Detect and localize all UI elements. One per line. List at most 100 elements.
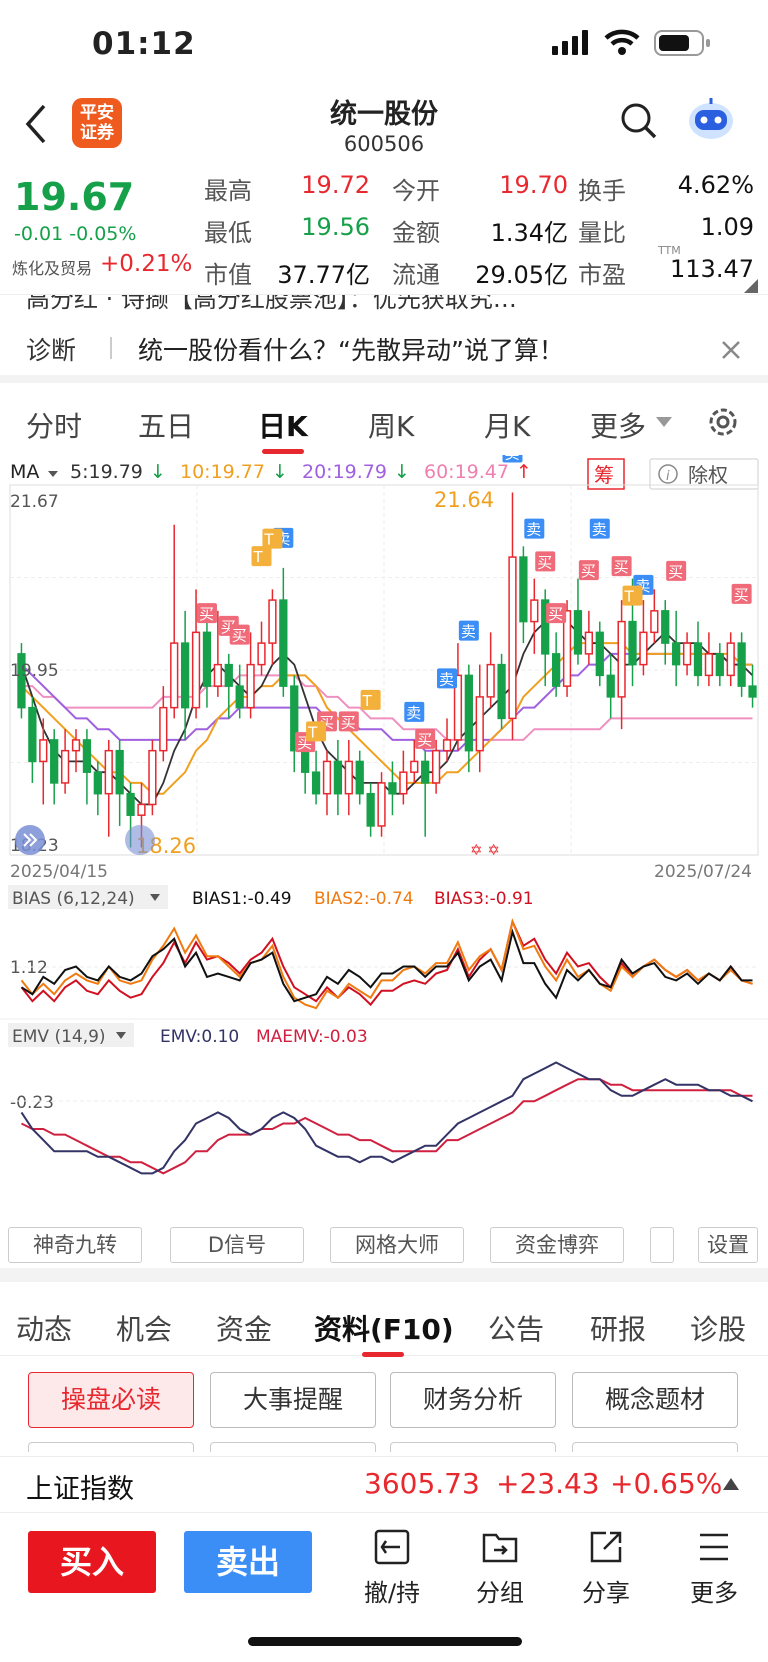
gear-icon[interactable] (706, 405, 740, 439)
signal-icon (552, 30, 588, 55)
candle (617, 600, 626, 730)
candle (366, 782, 375, 837)
f10-button[interactable]: 概念题材 (572, 1372, 738, 1428)
f10-button[interactable]: 大事提醒 (210, 1372, 376, 1428)
indicator-tool-button[interactable] (650, 1227, 674, 1263)
buy-signal-marker[interactable]: 买 (611, 556, 632, 577)
info-tab[interactable]: 机会 (116, 1308, 172, 1348)
candle (399, 750, 408, 805)
candle (486, 632, 495, 708)
quote-label: 今开 (392, 177, 440, 205)
buy-signal-marker[interactable]: 买 (666, 560, 687, 581)
candle (661, 600, 670, 665)
group-button[interactable]: 分组 (462, 1527, 538, 1608)
quote-label: 换手 (578, 177, 626, 205)
bias-title: BIAS (6,12,24) (12, 889, 135, 909)
emv-title: EMV (14,9) (12, 1027, 106, 1047)
more-button[interactable]: 更多 (676, 1527, 752, 1608)
candle (573, 578, 583, 665)
info-icon-glyph: i (666, 469, 670, 484)
ma-label[interactable]: MA (10, 461, 39, 483)
candle (71, 729, 81, 773)
sell-signal-marker[interactable]: 卖 (502, 455, 523, 463)
f10-button[interactable]: 操盘必读 (28, 1372, 194, 1428)
candle (672, 610, 681, 687)
robot-assistant-icon[interactable] (686, 96, 736, 142)
y-axis-max: 21.67 (10, 492, 59, 512)
sell-signal-marker[interactable]: 卖 (437, 668, 458, 689)
indicator-tool-button[interactable]: 资金博弈 (490, 1227, 624, 1263)
info-tab[interactable]: 资金 (216, 1308, 272, 1348)
share-button[interactable]: 分享 (568, 1527, 644, 1608)
candle (104, 739, 113, 837)
expand-up-icon[interactable] (722, 1477, 740, 1491)
clock: 01:12 (92, 26, 196, 62)
news-ticker[interactable]: 高分红 · 诗撷【高分红股票池】：优先获取究… 诊断 统一股份看什么？“先散异动… (0, 295, 768, 375)
period-tab[interactable]: 周K (368, 405, 414, 445)
period-tab[interactable]: 分时 (26, 405, 82, 445)
svg-text:买: 买 (537, 553, 552, 571)
period-tab[interactable]: 日K (258, 405, 308, 445)
sell-signal-marker[interactable]: 卖 (458, 620, 479, 641)
info-tab[interactable]: 研报 (590, 1308, 646, 1348)
quote-value: 19.70 (499, 171, 568, 199)
ex-right-label: 除权 (688, 463, 728, 487)
period-tab[interactable]: 月K (484, 405, 530, 445)
indicator-tool-button[interactable]: D信号 (170, 1227, 304, 1263)
indicator-tool-button[interactable]: 网格大师 (330, 1227, 464, 1263)
index-bar[interactable]: 上证指数 3605.73 +23.43 +0.65% (0, 1456, 768, 1512)
buy-signal-marker[interactable]: 买 (578, 560, 599, 581)
t-signal-marker[interactable]: T (306, 721, 327, 742)
buy-signal-marker[interactable]: 买 (415, 728, 436, 749)
info-tab[interactable]: 诊股 (690, 1308, 746, 1348)
buy-signal-marker[interactable]: 买 (546, 603, 567, 624)
buy-signal-marker[interactable]: 买 (731, 583, 752, 604)
event-icon[interactable]: ✡ ✡ (470, 841, 500, 859)
buy-signal-marker[interactable]: 买 (196, 603, 217, 624)
quote-value: 37.77亿 (277, 261, 370, 289)
svg-text:卖: 卖 (406, 704, 421, 722)
period-tab[interactable]: 更多 (590, 405, 646, 445)
info-tab[interactable]: 动态 (16, 1308, 72, 1348)
indicator-tool-button[interactable]: 神奇九转 (8, 1227, 142, 1263)
scroll-right-icon[interactable] (125, 825, 155, 855)
scroll-left-icon[interactable] (15, 825, 45, 855)
info-tabs: 动态 机会 资金 资料(F10) 公告 研报 诊股 (0, 1268, 768, 1357)
close-icon[interactable] (720, 339, 742, 361)
quote-value: 1.34亿 (490, 219, 568, 247)
candle (650, 589, 659, 644)
sell-button[interactable]: 卖出 (184, 1531, 312, 1593)
share-icon (590, 1531, 622, 1563)
sell-signal-marker[interactable]: 卖 (404, 701, 425, 722)
buy-signal-marker[interactable]: 买 (229, 624, 250, 645)
info-tab[interactable]: 资料(F10) (314, 1308, 454, 1348)
candle (682, 632, 692, 676)
indicator-tools: 神奇九转 D信号 网格大师 资金博弈 设置 (0, 1227, 768, 1267)
t-signal-marker[interactable]: T (262, 528, 283, 549)
quote-label: 最高 (204, 177, 252, 205)
sell-signal-marker[interactable]: 卖 (589, 518, 610, 539)
candle (726, 632, 735, 687)
svg-text:买: 买 (341, 713, 356, 731)
kline-chart[interactable]: MA 5:19.79 ↓ 10:19.77 ↓ 20:19.79 ↓ 60:19.47 ↑ 筹 i 除… (0, 455, 768, 1215)
status-bar: 01:12 (0, 0, 768, 90)
t-signal-marker[interactable]: T (622, 585, 643, 606)
info-tab[interactable]: 公告 (488, 1308, 544, 1348)
ma-direction: ↓ (150, 461, 166, 483)
f10-button[interactable]: 财务分析 (390, 1372, 556, 1428)
search-icon[interactable] (620, 102, 658, 140)
indicator-tool-button[interactable]: 设置 (698, 1227, 758, 1263)
quote-panel: 19.67 -0.01 -0.05% 炼化及贸易 +0.21% 最高 19.72 今… (0, 163, 768, 295)
buy-signal-marker[interactable]: 买 (535, 551, 556, 572)
candle (519, 546, 528, 644)
t-signal-marker[interactable]: T (251, 546, 272, 567)
sell-signal-marker[interactable]: 卖 (524, 518, 545, 539)
buy-button[interactable]: 买入 (28, 1531, 156, 1593)
cancel-hold-button[interactable]: 撤/持 (354, 1527, 430, 1608)
t-signal-marker[interactable]: T (360, 689, 381, 710)
buy-signal-marker[interactable]: 买 (338, 711, 359, 732)
period-tab[interactable]: 五日 (138, 405, 194, 445)
date-start: 2025/04/15 (10, 862, 108, 882)
y-axis-mid: 19.95 (10, 661, 59, 681)
sector-name[interactable]: 炼化及贸易 (12, 255, 92, 279)
